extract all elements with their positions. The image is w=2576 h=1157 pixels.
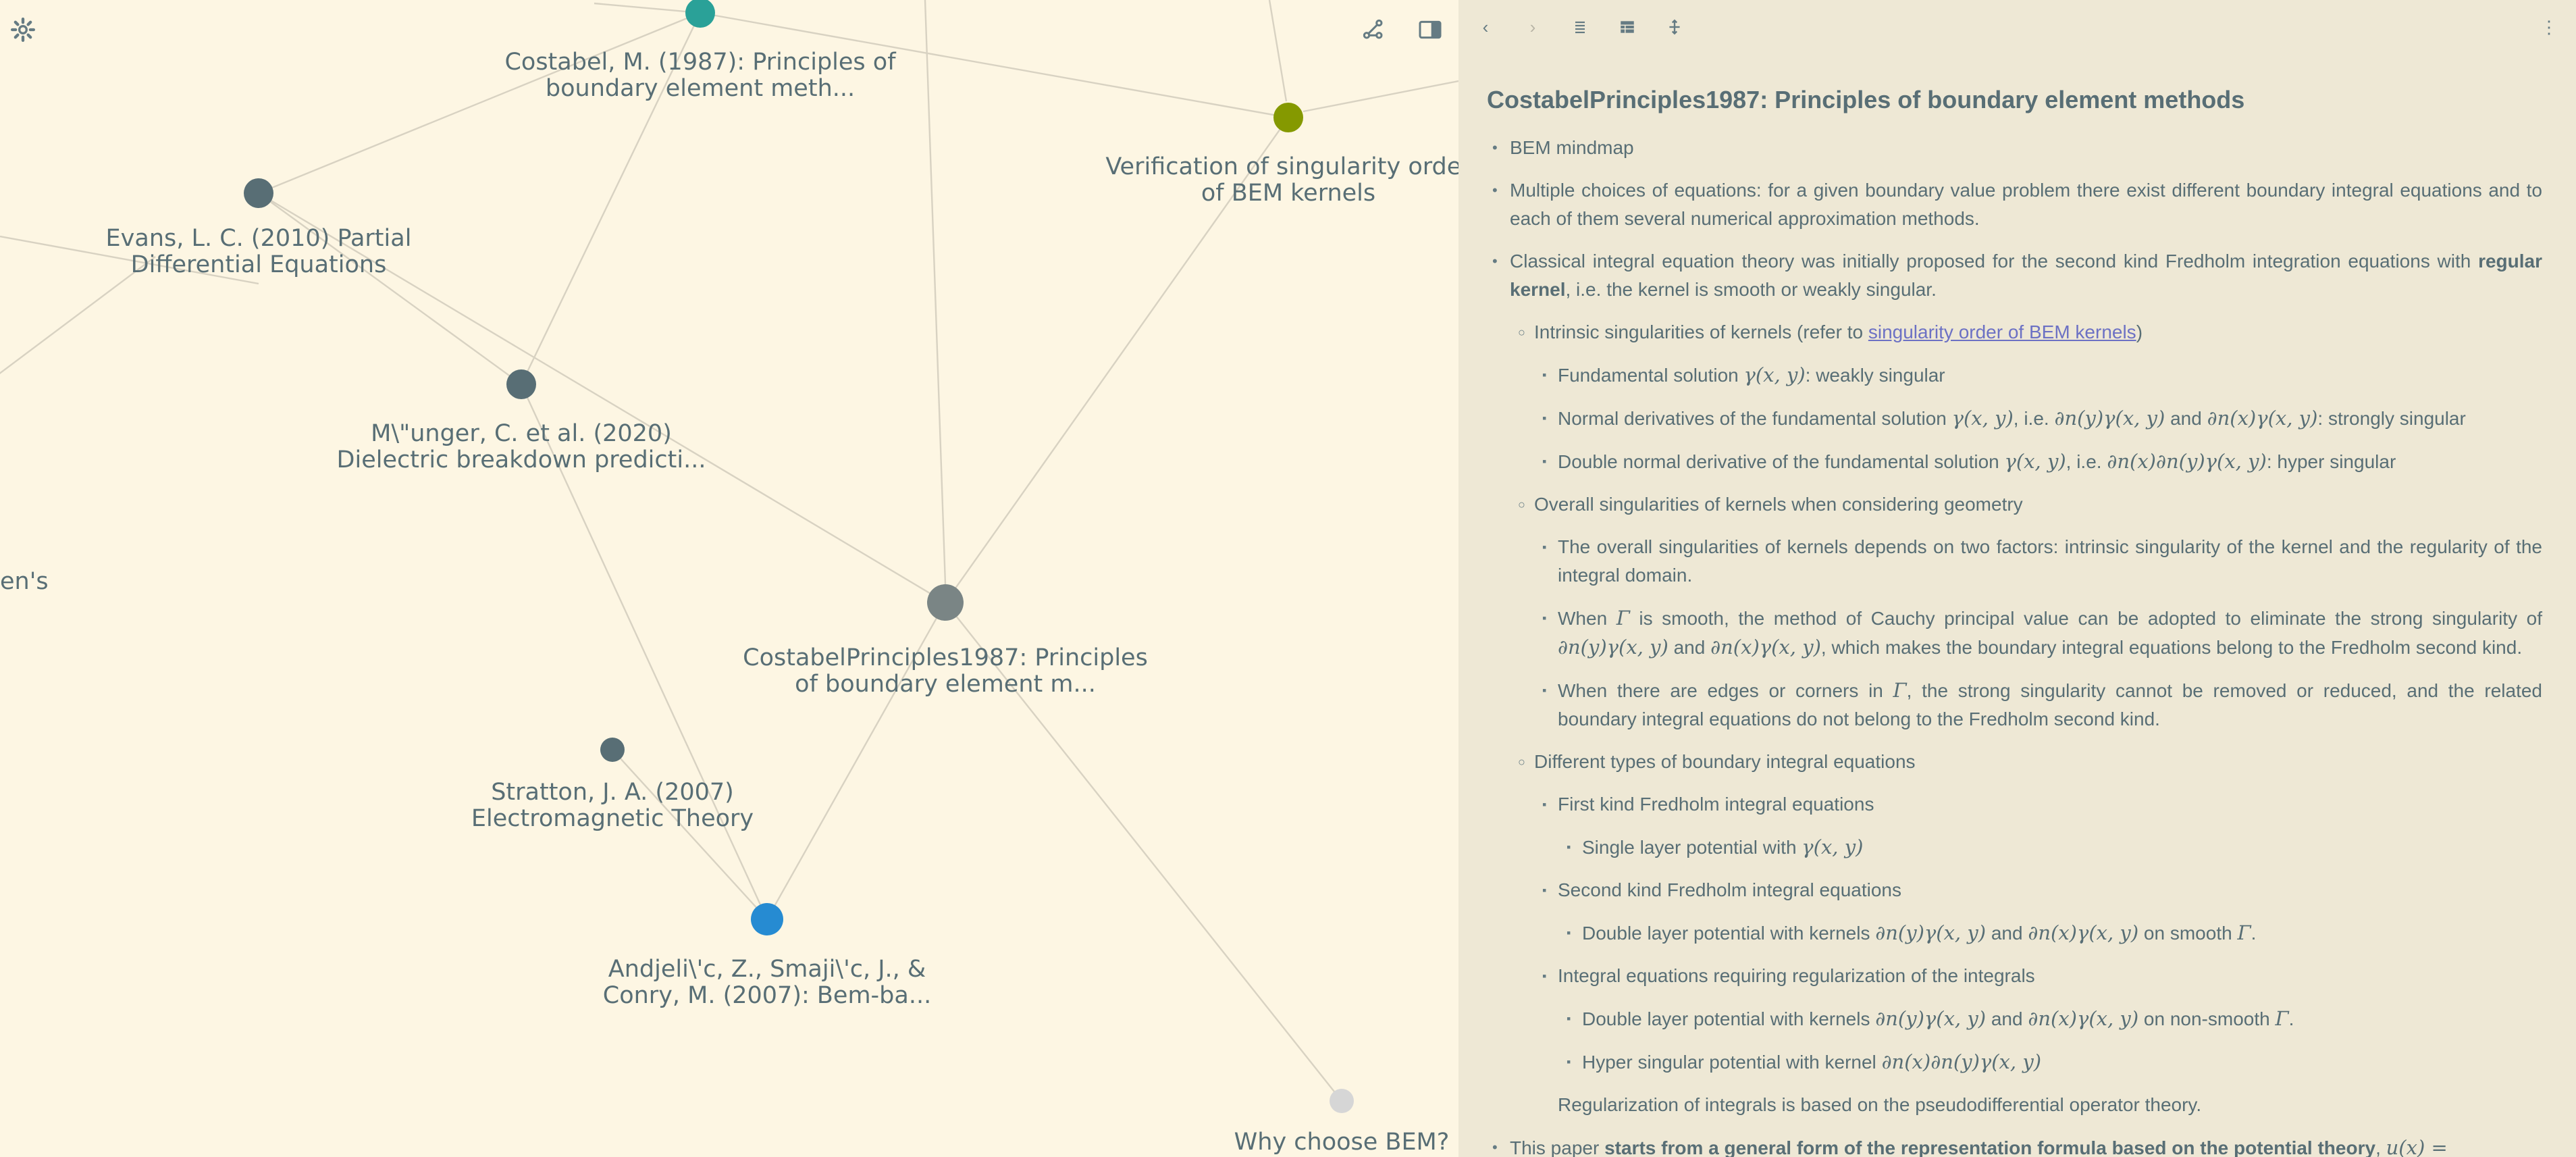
list-item: Intrinsic singularities of kernels (refe… <box>1487 318 2542 346</box>
graph-node-label[interactable]: en's <box>0 568 49 595</box>
graph-edge <box>258 192 522 385</box>
more-options-button[interactable]: ⋮ <box>2535 14 2562 41</box>
graph-node-andjelic[interactable]: Andjeli\'c, Z., Smaji\'c, J., & Conry, M.… <box>603 903 931 1009</box>
list-item: Double normal derivative of the fundamen… <box>1487 447 2542 476</box>
list-item: Double layer potential with kernels ∂n(y… <box>1487 1004 2542 1033</box>
move-button[interactable] <box>1661 14 1688 41</box>
list-item: Hyper singular potential with kernel ∂n(… <box>1487 1048 2542 1077</box>
graph-node-dot[interactable] <box>244 178 273 208</box>
forward-icon: › <box>1529 17 1536 37</box>
list-item: Multiple choices of equations: for a giv… <box>1487 176 2542 233</box>
graph-node-label[interactable]: Evans, L. C. (2010) Partial Differential … <box>106 225 412 278</box>
graph-node-whybem[interactable]: Why choose BEM? <box>1234 1089 1450 1156</box>
graph-node-label[interactable]: Verification of singularity order of BEM … <box>1105 153 1458 207</box>
note-panel: ‹ › ⋮ CostabelPrinciples1987: Principles… <box>1458 0 2576 1157</box>
graph-node-dot[interactable] <box>506 369 536 399</box>
graph-settings-button[interactable] <box>9 16 36 43</box>
list-item: The overall singularities of kernels dep… <box>1487 533 2542 590</box>
note-content: CostabelPrinciples1987: Principles of bo… <box>1487 68 2542 1157</box>
list-item: First kind Fredholm integral equations <box>1487 790 2542 819</box>
graph-node-label[interactable]: Andjeli\'c, Z., Smaji\'c, J., & Conry, M.… <box>603 956 931 1009</box>
graph-nodes[interactable]: Costabel, M. (1987): Principles of bounda… <box>0 0 1458 1156</box>
list-item: When there are edges or corners in Γ, th… <box>1487 676 2542 734</box>
graph-layout-button[interactable] <box>1360 16 1387 43</box>
graph-edge <box>924 0 947 585</box>
graph-node-dot[interactable] <box>1330 1089 1354 1113</box>
list-item: Integral equations requiring regularizat… <box>1487 962 2542 990</box>
text-view-icon <box>1575 21 1585 34</box>
graph-network-icon <box>1363 19 1383 39</box>
back-button[interactable]: ‹ <box>1472 14 1499 41</box>
graph-node-label[interactable]: CostabelPrinciples1987: Principles of bou… <box>743 644 1148 698</box>
graph-node-label[interactable]: Stratton, J. A. (2007) Electromagnetic Th… <box>471 779 754 832</box>
graph-view[interactable]: Costabel, M. (1987): Principles of bounda… <box>0 0 1458 1157</box>
graph-node-dot[interactable] <box>1273 103 1303 132</box>
note-title: CostabelPrinciples1987: Principles of bo… <box>1487 86 2245 113</box>
graph-edge <box>594 2 701 14</box>
list-item: Classical integral equation theory was i… <box>1487 247 2542 304</box>
list-item: Single layer potential with γ(x, y) <box>1487 833 2542 862</box>
graph-edge <box>612 749 768 920</box>
graph-node-greens[interactable]: en's <box>0 568 49 595</box>
list-item: Overall singularities of kernels when co… <box>1487 490 2542 519</box>
back-icon: ‹ <box>1482 17 1489 37</box>
list-item: Different types of boundary integral equ… <box>1487 748 2542 776</box>
list-item: Normal derivatives of the fundamental so… <box>1487 404 2542 433</box>
graph-canvas[interactable]: Costabel, M. (1987): Principles of bounda… <box>0 0 1458 1157</box>
graph-node-label[interactable]: M\"unger, C. et al. (2020) Dielectric bre… <box>337 420 706 473</box>
graph-node-dot[interactable] <box>600 738 625 762</box>
list-item: Second kind Fredholm integral equations <box>1487 876 2542 904</box>
panel-toolbar: ‹ › ⋮ <box>1458 0 2576 54</box>
list-item: Double layer potential with kernels ∂n(y… <box>1487 919 2542 948</box>
graph-edge <box>1268 0 1288 102</box>
more-icon: ⋮ <box>2540 17 2558 37</box>
graph-node-dot[interactable] <box>685 0 715 28</box>
list-item: When Γ is smooth, the method of Cauchy p… <box>1487 604 2542 662</box>
graph-node-principles[interactable]: CostabelPrinciples1987: Principles of bou… <box>743 584 1148 698</box>
graph-node-verification[interactable]: Verification of singularity order of BEM … <box>1105 103 1458 207</box>
toggle-panel-button[interactable] <box>1417 16 1444 43</box>
forward-button[interactable]: › <box>1519 14 1546 41</box>
graph-node-dot[interactable] <box>927 584 964 621</box>
table-view-icon <box>1621 21 1634 33</box>
list-item: Fundamental solution γ(x, y): weakly sin… <box>1487 361 2542 390</box>
table-view-button[interactable] <box>1614 14 1641 41</box>
graph-node-label[interactable]: Why choose BEM? <box>1234 1129 1450 1156</box>
graph-node-stratton[interactable]: Stratton, J. A. (2007) Electromagnetic Th… <box>471 738 754 832</box>
sidebar-toggle-icon <box>1419 20 1442 39</box>
list-item: This paper starts from a general form of… <box>1487 1133 2542 1157</box>
regularization-note: Regularization of integrals is based on … <box>1558 1094 2202 1115</box>
text-view-button[interactable] <box>1567 14 1594 41</box>
graph-edge <box>1303 80 1458 113</box>
graph-node-dot[interactable] <box>751 903 783 935</box>
graph-node-munger[interactable]: M\"unger, C. et al. (2020) Dielectric bre… <box>337 369 706 473</box>
list-item: BEM mindmap <box>1487 134 2542 162</box>
graph-node-costabel1987[interactable]: Costabel, M. (1987): Principles of bounda… <box>504 0 896 102</box>
graph-node-label[interactable]: Costabel, M. (1987): Principles of bounda… <box>504 49 896 102</box>
gear-icon <box>11 18 35 42</box>
move-icon <box>1669 19 1680 35</box>
singularity-order-link[interactable]: singularity order of BEM kernels <box>1868 322 2136 342</box>
graph-node-evans[interactable]: Evans, L. C. (2010) Partial Differential … <box>106 178 412 278</box>
graph-edge <box>258 11 701 195</box>
